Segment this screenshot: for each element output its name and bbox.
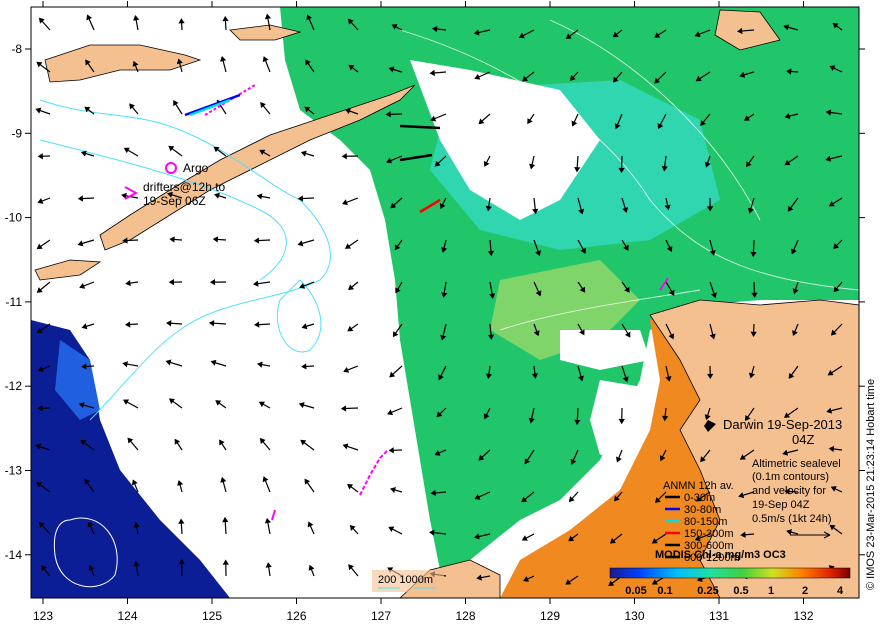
sealevel-note-line4: 19-Sep 04Z [752,499,810,511]
title-time: 04Z [792,432,814,447]
sealevel-note-line2: (0.1m contours) [752,471,829,483]
lon-tick-label: 129 [540,609,560,623]
lon-tick-label: 126 [286,609,306,623]
sealevel-note-line5: 0.5m/s (1kt 24h) [752,513,831,525]
title-place-date: Darwin 19-Sep-2013 [723,417,842,432]
colorbar-tick-label: 2 [802,585,808,597]
lat-tick-label: -14 [5,548,23,562]
lat-tick-label: -9 [11,126,22,140]
lon-tick-label: 128 [455,609,475,623]
sealevel-note-line1: Altimetric sealevel [752,458,841,470]
lat-tick-label: -13 [5,464,23,478]
lon-tick-label: 131 [709,609,729,623]
sealevel-note-line3: and velocity for [752,485,826,497]
colorbar-tick-label: 0.25 [697,585,718,597]
colorbar-tick-label: 0.1 [657,585,672,597]
anmn-legend-label: 30-80m [684,504,721,516]
lat-tick-label: -12 [5,379,23,393]
colorbar-title: MODIS Chl-a mg/m3 OC3 [655,549,786,561]
lon-tick-label: 125 [202,609,222,623]
lon-tick-label: 132 [793,609,813,623]
colorbar-tick-label: 0.05 [625,585,646,597]
drifters-label-line1: drifters@12h to [143,180,226,194]
lon-tick-label: 130 [624,609,644,623]
lon-tick-label: 123 [33,609,53,623]
colorbar-tick-label: 4 [837,585,844,597]
depth-legend-label: 200 1000m [378,574,433,586]
lat-tick-label: -10 [5,211,23,225]
argo-label: Argo [183,161,209,175]
anmn-legend-label: 80-150m [684,516,727,528]
credit-text: © IMOS 23-Mar-2015 21:23:14 Hobart time [865,379,877,590]
lat-tick-label: -11 [6,295,23,309]
map-figure: Argo drifters@12h to 19-Sep 06Z Darwin 1… [5,1,877,623]
colorbar-tick-label: 0.5 [733,585,748,597]
anmn-legend-title: ANMN 12h av. [663,480,734,492]
lon-tick-label: 124 [117,609,137,623]
anmn-legend-label: 150-300m [684,528,734,540]
lat-tick-label: -8 [11,42,22,56]
drifters-label-line2: 19-Sep 06Z [143,194,206,208]
lon-tick-label: 127 [371,609,391,623]
colorbar-tick-label: 1 [768,585,774,597]
colorbar [609,567,851,579]
anmn-legend-label: 0-30m [684,492,715,504]
